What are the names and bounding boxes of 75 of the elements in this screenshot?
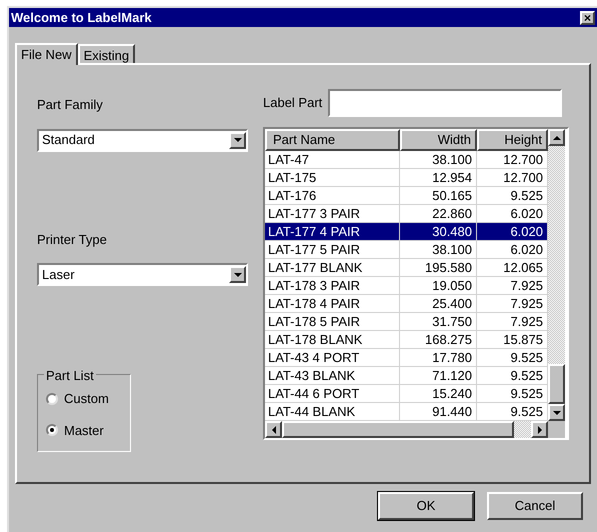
horizontal-scrollbar[interactable]	[265, 421, 548, 438]
scroll-down-button[interactable]	[548, 404, 565, 421]
field-label: Label Part	[263, 94, 322, 112]
up-arrow-icon	[552, 134, 560, 142]
tab[interactable]: Existing	[78, 44, 136, 63]
dialog-button[interactable]: OK	[378, 492, 474, 520]
radio-button[interactable]	[46, 392, 58, 405]
left-arrow-icon	[270, 426, 278, 434]
table-cell: 50.165	[400, 187, 477, 205]
table-row[interactable]: LAT-44 6 PORT 15.240 9.525	[265, 385, 548, 403]
table-cell: LAT-178 5 PAIR	[265, 313, 400, 331]
table-cell: 31.750	[400, 313, 477, 331]
column-header[interactable]: Height	[477, 129, 548, 151]
scroll-thumb[interactable]	[548, 364, 565, 404]
table-row[interactable]: LAT-178 BLANK 168.275 15.875	[265, 331, 548, 349]
column-header[interactable]: Part Name	[265, 129, 400, 151]
table-row[interactable]: LAT-178 3 PAIR 19.050 7.925	[265, 277, 548, 295]
scrollbar-corner	[548, 421, 565, 438]
scroll-right-button[interactable]	[531, 421, 548, 438]
table-cell: 71.120	[400, 367, 477, 385]
table-cell: LAT-177 5 PAIR	[265, 241, 400, 259]
table-row[interactable]: LAT-178 5 PAIR 31.750 7.925	[265, 313, 548, 331]
table-cell: LAT-178 3 PAIR	[265, 277, 400, 295]
table-cell: LAT-43 4 PORT	[265, 349, 400, 367]
field-label: Part Family	[37, 96, 104, 114]
caret-icon	[234, 270, 242, 278]
table-cell: LAT-177 BLANK	[265, 259, 400, 277]
table-row[interactable]: LAT-176 50.165 9.525	[265, 187, 548, 205]
dropdown-field[interactable]: Standard	[37, 128, 248, 152]
dropdown-button[interactable]	[229, 132, 246, 148]
table-row[interactable]: LAT-47 38.100 12.700	[265, 151, 548, 169]
table-cell: 25.400	[400, 295, 477, 313]
window-title: Welcome to LabelMark	[11, 8, 152, 27]
table-cell: LAT-177 4 PAIR	[265, 223, 400, 241]
table-cell: LAT-44 6 PORT	[265, 385, 400, 403]
radio-label: Custom	[64, 390, 109, 408]
scroll-up-button[interactable]	[548, 129, 565, 146]
table-cell: 30.480	[400, 223, 477, 241]
table-cell: LAT-175	[265, 169, 400, 187]
table-cell: 15.240	[400, 385, 477, 403]
table-cell: LAT-176	[265, 187, 400, 205]
table-row[interactable]: LAT-178 4 PAIR 25.400 7.925	[265, 295, 548, 313]
table-cell: LAT-43 BLANK	[265, 367, 400, 385]
table-row[interactable]: LAT-177 5 PAIR 38.100 6.020	[265, 241, 548, 259]
table-cell: 195.580	[400, 259, 477, 277]
radio-button[interactable]	[46, 424, 58, 436]
table-row[interactable]: LAT-43 BLANK 71.120 9.525	[265, 367, 548, 385]
table-row[interactable]: LAT-175 12.954 12.700	[265, 169, 548, 187]
vertical-scrollbar[interactable]	[548, 129, 565, 421]
table-cell: 168.275	[400, 331, 477, 349]
text-field[interactable]	[328, 89, 562, 117]
table-cell: 17.780	[400, 349, 477, 367]
field-label: Printer Type	[37, 230, 108, 249]
table-cell: LAT-47	[265, 151, 400, 169]
scroll-thumb[interactable]	[282, 421, 514, 438]
dialog-button[interactable]: Cancel	[487, 492, 583, 520]
column-header[interactable]: Width	[400, 129, 477, 151]
scroll-left-button[interactable]	[265, 421, 282, 438]
table-cell: 38.100	[400, 241, 477, 259]
down-arrow-icon	[552, 408, 560, 416]
table-cell: LAT-178 BLANK	[265, 331, 400, 349]
table-cell: 12.954	[400, 169, 477, 187]
table-row[interactable]: LAT-177 4 PAIR 30.480 6.020	[265, 223, 548, 241]
table-row[interactable]: LAT-177 BLANK 195.580 12.065	[265, 259, 548, 277]
table-cell: LAT-178 4 PAIR	[265, 295, 400, 313]
dropdown-field[interactable]: Laser	[37, 263, 248, 286]
radio-label: Master	[64, 422, 104, 440]
tab[interactable]: File New	[15, 43, 78, 65]
right-arrow-icon	[536, 426, 544, 434]
close-button[interactable]: ×	[580, 10, 595, 24]
caret-icon	[234, 136, 242, 144]
table-cell: 38.100	[400, 151, 477, 169]
table-cell: 19.050	[400, 277, 477, 295]
table-row[interactable]: LAT-43 4 PORT 17.780 9.525	[265, 349, 548, 367]
dropdown-button[interactable]	[229, 266, 246, 283]
